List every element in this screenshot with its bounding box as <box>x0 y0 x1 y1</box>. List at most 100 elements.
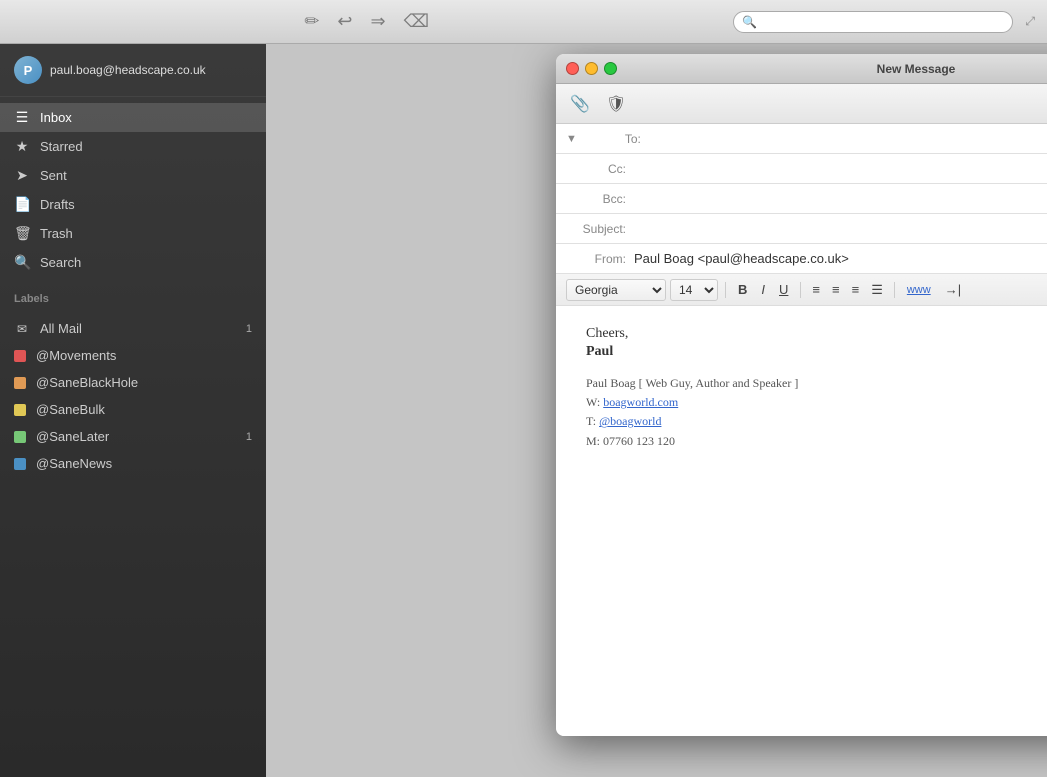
link-button[interactable]: www <box>902 282 936 298</box>
sidebar-item-label: Sent <box>40 168 67 183</box>
inbox-icon: ☰ <box>14 109 30 126</box>
email-fields: ▼ To: Cc: Bcc: Subject: From: <box>556 124 1047 274</box>
italic-button[interactable]: I <box>756 280 770 299</box>
format-separator-2 <box>800 282 801 298</box>
website-label: W: <box>586 395 600 409</box>
attach-button[interactable]: 📎 <box>566 90 594 118</box>
sidebar-item-drafts[interactable]: 📄 Drafts <box>0 190 266 219</box>
font-family-select[interactable]: Georgia <box>566 279 666 301</box>
signature-name: Paul <box>586 344 1047 360</box>
from-select[interactable]: Paul Boag <paul@headscape.co.uk> <box>634 251 1047 266</box>
signature-mobile: M: 07760 123 120 <box>586 432 1047 451</box>
all-mail-icon: ✉ <box>14 322 30 336</box>
account-header: P paul.boag@headscape.co.uk <box>0 44 266 97</box>
bcc-row: Bcc: <box>556 184 1047 214</box>
list-button[interactable]: ☰ <box>867 280 887 300</box>
sanelater-dot <box>14 431 26 443</box>
sanenews-dot <box>14 458 26 470</box>
compose-icon[interactable]: ✏ <box>304 11 319 32</box>
compose-toolbar: 📎 🛡 Save Send <box>556 84 1047 124</box>
signature-greeting: Cheers, <box>586 326 1047 342</box>
saneblackhole-dot <box>14 377 26 389</box>
label-name: @SaneBlackHole <box>36 375 138 390</box>
content-area: New Message 📎 🛡 Save Send ▼ To: <box>266 44 1047 777</box>
label-name: @SaneLater <box>36 429 109 444</box>
resize-icon: ⤢ <box>1025 14 1035 29</box>
align-center-button[interactable]: ≡ <box>828 280 844 299</box>
window-title: New Message <box>877 62 956 76</box>
cc-row: Cc: <box>556 154 1047 184</box>
maximize-button[interactable] <box>604 62 617 75</box>
subject-row: Subject: <box>556 214 1047 244</box>
sidebar-item-label: Drafts <box>40 197 75 212</box>
reply-icon[interactable]: ↩ <box>337 11 352 32</box>
sidebar: P paul.boag@headscape.co.uk ☰ Inbox ★ St… <box>0 44 266 777</box>
all-mail-count: 1 <box>246 323 252 335</box>
trash-folder-icon: 🗑 <box>14 225 30 242</box>
forward-icon[interactable]: ⇒ <box>371 11 386 32</box>
label-movements[interactable]: @Movements <box>0 342 266 369</box>
star-icon: ★ <box>14 138 30 155</box>
format-separator-3 <box>894 282 895 298</box>
close-button[interactable] <box>566 62 579 75</box>
label-name: @Movements <box>36 348 116 363</box>
signature-bio: Paul Boag [ Web Guy, Author and Speaker … <box>586 374 1047 393</box>
search-input[interactable] <box>761 15 1004 29</box>
account-email: paul.boag@headscape.co.uk <box>50 63 206 77</box>
to-input[interactable] <box>649 131 1047 146</box>
sidebar-item-label: Search <box>40 255 81 270</box>
cc-input[interactable] <box>634 161 1047 176</box>
underline-button[interactable]: U <box>774 280 793 299</box>
label-name: @SaneNews <box>36 456 112 471</box>
subject-input[interactable] <box>634 221 1047 236</box>
bcc-input[interactable] <box>634 191 1047 206</box>
mobile-value: 07760 123 120 <box>603 434 675 448</box>
to-row: ▼ To: <box>556 124 1047 154</box>
sidebar-item-label: Trash <box>40 226 73 241</box>
sidebar-item-starred[interactable]: ★ Starred <box>0 132 266 161</box>
compose-body[interactable]: Cheers, Paul Paul Boag [ Web Guy, Author… <box>556 306 1047 736</box>
label-sanebulk[interactable]: @SaneBulk <box>0 396 266 423</box>
twitter-link[interactable]: @boagworld <box>599 414 661 428</box>
security-button[interactable]: 🛡 <box>602 90 630 118</box>
cc-label: Cc: <box>566 162 626 176</box>
subject-label: Subject: <box>566 222 626 236</box>
movements-dot <box>14 350 26 362</box>
format-toolbar: Georgia 14 B I U ≡ ≡ ≡ ☰ www →| <box>556 274 1047 306</box>
sent-icon: ➤ <box>14 167 30 184</box>
trash-icon[interactable]: ⌫ <box>404 11 429 32</box>
sanebulk-dot <box>14 404 26 416</box>
window-controls <box>566 62 617 75</box>
to-expand-arrow[interactable]: ▼ <box>566 133 577 145</box>
sidebar-item-search[interactable]: 🔍 Search <box>0 248 266 277</box>
sidebar-item-trash[interactable]: 🗑 Trash <box>0 219 266 248</box>
main-toolbar: ✏ ↩ ⇒ ⌫ 🔍 ⤢ <box>0 0 1047 44</box>
mobile-label: M: <box>586 434 600 448</box>
bcc-label: Bcc: <box>566 192 626 206</box>
align-left-button[interactable]: ≡ <box>808 280 824 299</box>
sidebar-item-inbox[interactable]: ☰ Inbox <box>0 103 266 132</box>
align-right-button[interactable]: ≡ <box>848 280 864 299</box>
avatar: P <box>14 56 42 84</box>
label-sanelater[interactable]: @SaneLater 1 <box>0 423 266 450</box>
compose-window: New Message 📎 🛡 Save Send ▼ To: <box>556 54 1047 736</box>
sidebar-item-sent[interactable]: ➤ Sent <box>0 161 266 190</box>
label-all-mail[interactable]: ✉ All Mail 1 <box>0 315 266 342</box>
toolbar-actions: ✏ ↩ ⇒ ⌫ <box>12 11 721 32</box>
search-bar[interactable]: 🔍 <box>733 11 1013 33</box>
main-layout: P paul.boag@headscape.co.uk ☰ Inbox ★ St… <box>0 44 1047 777</box>
to-label: To: <box>581 132 641 146</box>
indent-button[interactable]: →| <box>940 280 966 299</box>
bold-button[interactable]: B <box>733 280 752 299</box>
from-label: From: <box>566 252 626 266</box>
labels-nav: ✉ All Mail 1 @Movements @SaneBlackHole @… <box>0 309 266 483</box>
label-sanenews[interactable]: @SaneNews <box>0 450 266 477</box>
font-size-select[interactable]: 14 <box>670 279 718 301</box>
label-saneblackhole[interactable]: @SaneBlackHole <box>0 369 266 396</box>
window-titlebar: New Message <box>556 54 1047 84</box>
minimize-button[interactable] <box>585 62 598 75</box>
format-separator-1 <box>725 282 726 298</box>
signature-website: W: boagworld.com <box>586 393 1047 412</box>
website-link[interactable]: boagworld.com <box>603 395 678 409</box>
label-name: @SaneBulk <box>36 402 105 417</box>
